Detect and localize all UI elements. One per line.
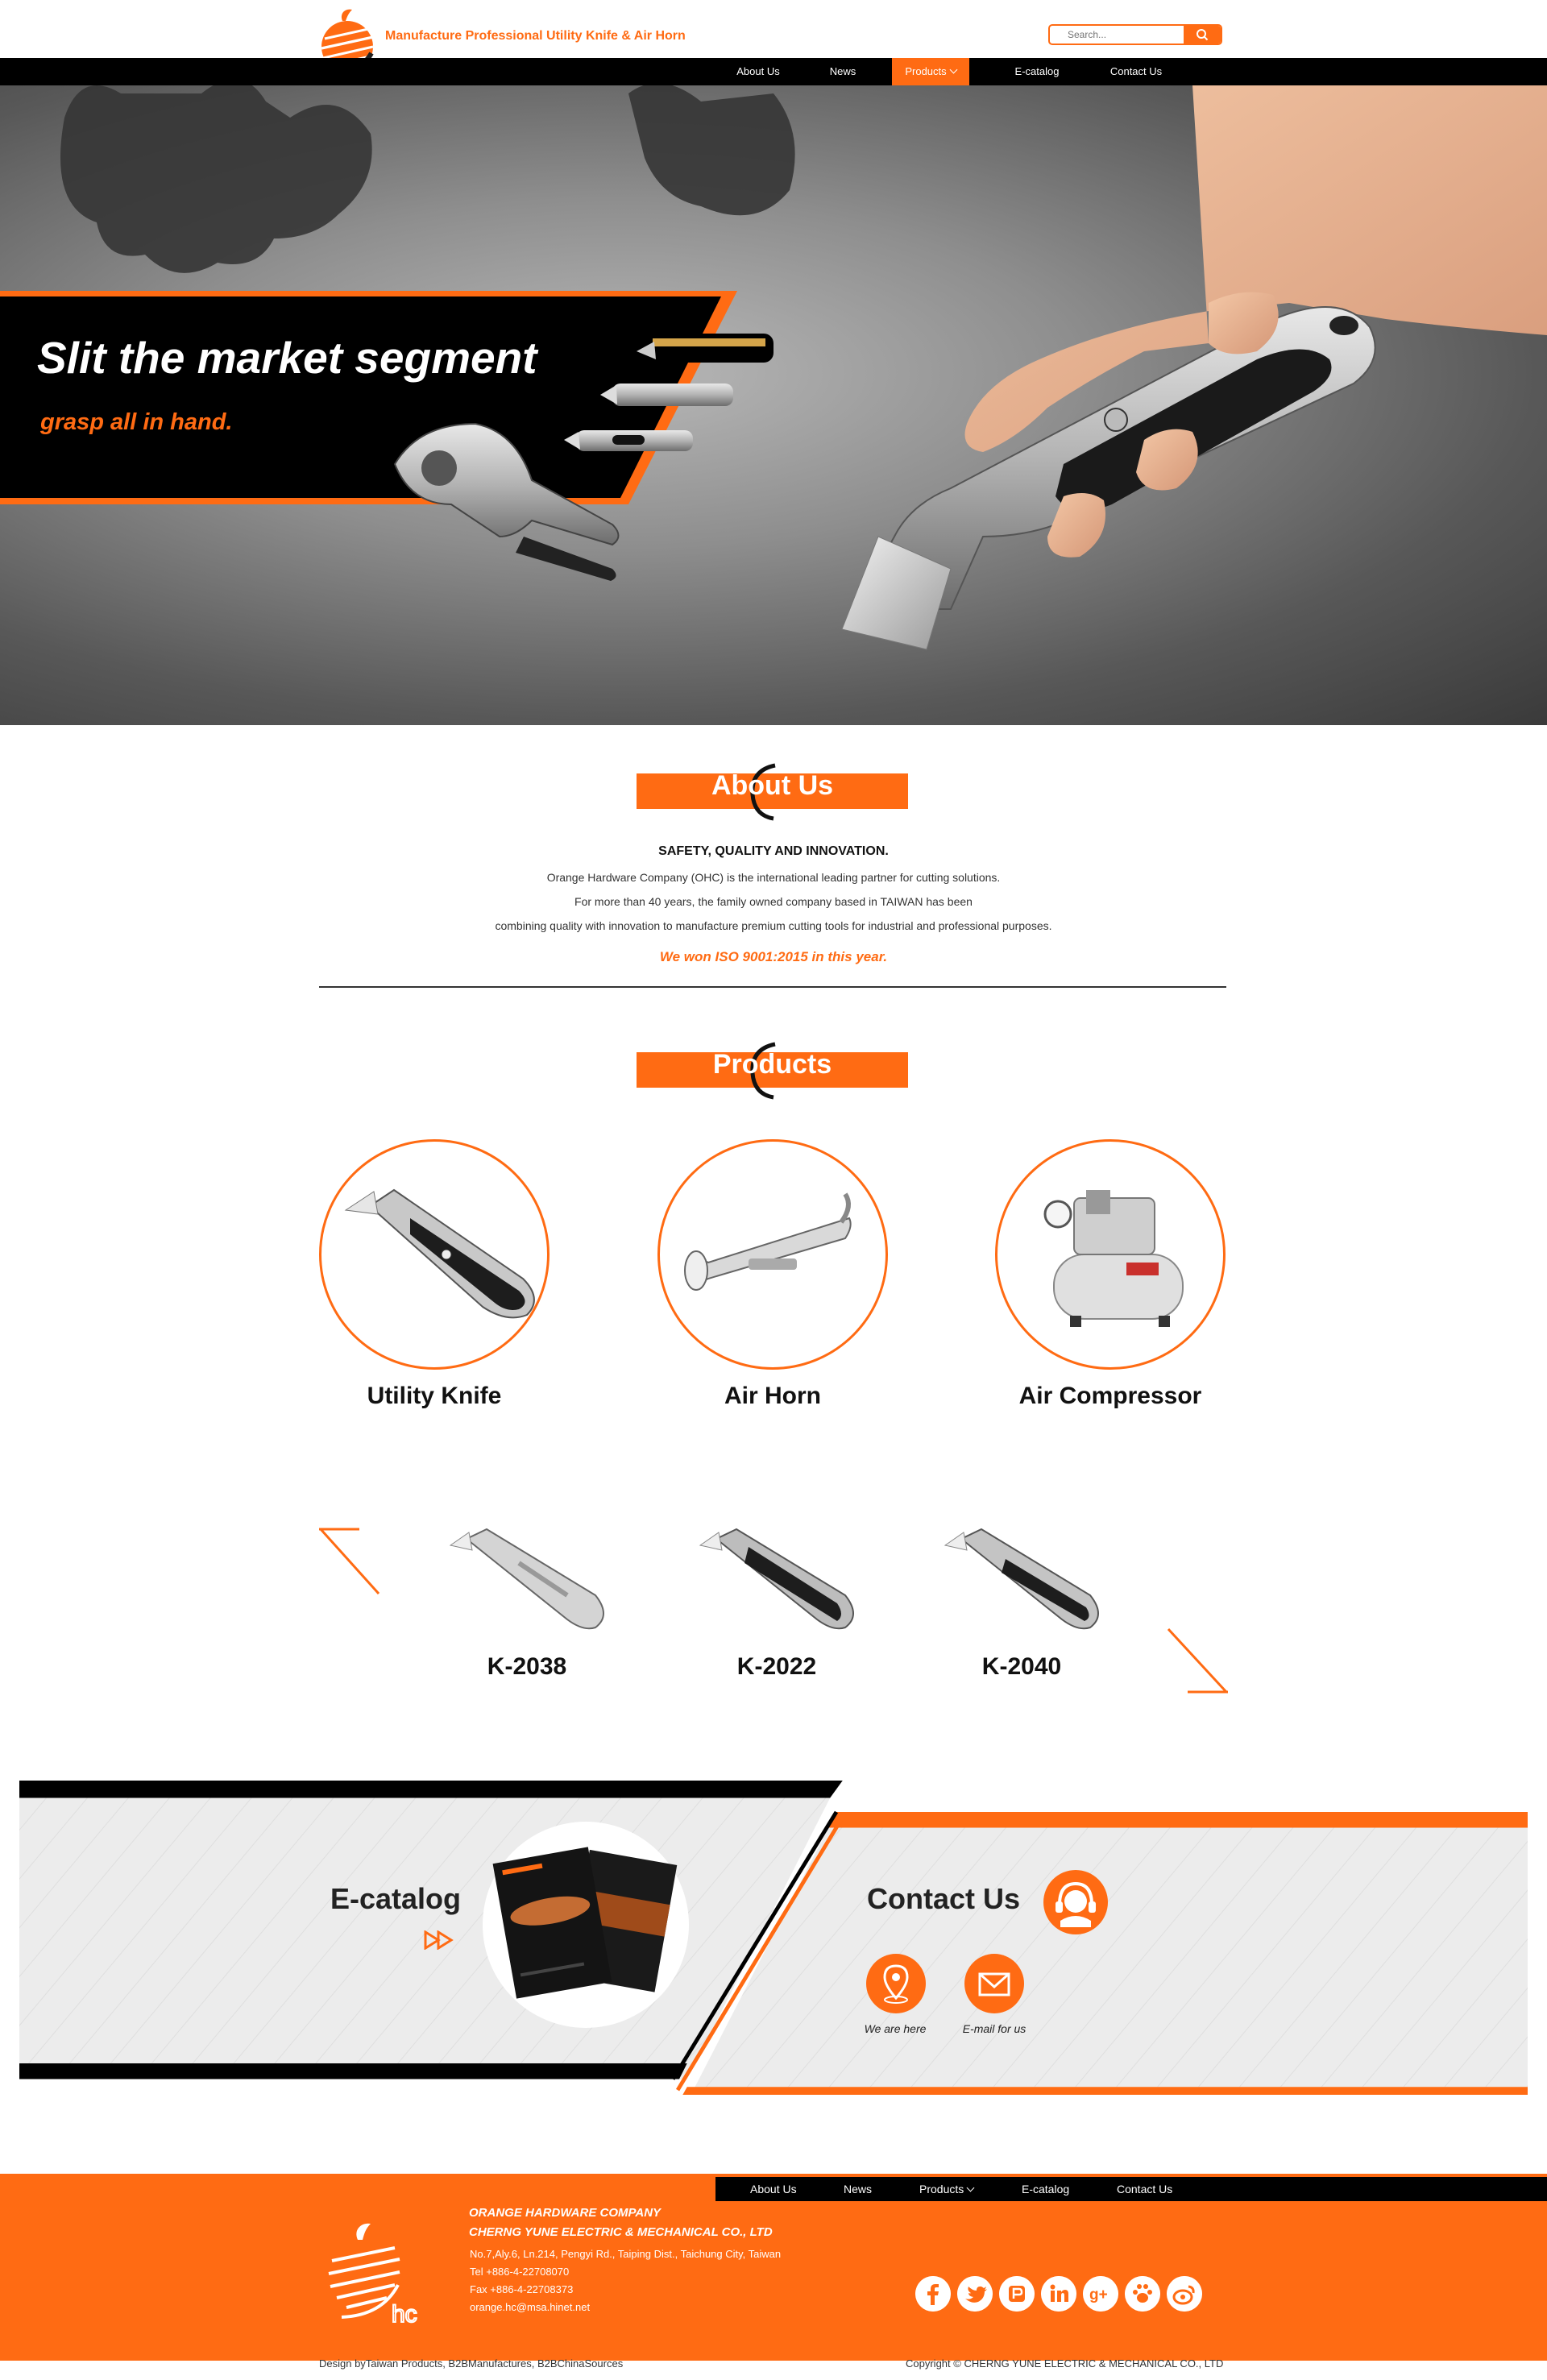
nav-products[interactable]: Products [892, 58, 969, 85]
footer-logo: hc [328, 2223, 418, 2325]
search-button[interactable] [1184, 26, 1221, 44]
hero-subtitle: grasp all in hand. [40, 409, 233, 435]
contact-title[interactable]: Contact Us [867, 1882, 1020, 1916]
hero-banner: Slit the market segment grasp all in han… [0, 85, 1547, 725]
svg-text:hc: hc [392, 2301, 417, 2325]
search-input[interactable] [1050, 26, 1185, 44]
model-name: K-2038 [487, 1653, 567, 1680]
header-tagline: Manufacture Professional Utility Knife &… [385, 29, 686, 43]
footer-nav-about-us[interactable]: About Us [750, 2177, 797, 2201]
model-name: K-2040 [981, 1653, 1062, 1680]
flickr-icon[interactable] [999, 2276, 1035, 2312]
footer [0, 2174, 1547, 2361]
design-credit: Design byTaiwan Products, B2BManufacture… [319, 2357, 624, 2370]
category-air-horn[interactable]: Air Horn [657, 1139, 888, 1410]
about-line-1: Orange Hardware Company (OHC) is the int… [546, 871, 1001, 884]
hero-title: Slit the market segment [37, 333, 537, 383]
map-pin-icon[interactable] [865, 1953, 927, 2014]
about-award: We won ISO 9001:2015 in this year. [659, 949, 888, 964]
main-nav: About Us News Products E-catalog Contact… [0, 58, 1547, 85]
category-utility-knife[interactable]: Utility Knife [319, 1139, 550, 1410]
model-card-k-2040[interactable]: K-2040 [925, 1515, 1118, 1681]
model-card-k-2038[interactable]: K-2038 [430, 1515, 624, 1681]
about-title-label: About Us [711, 770, 834, 801]
nav-about-us[interactable]: About Us [722, 58, 794, 85]
slider-next-arrow-icon[interactable] [1167, 1627, 1228, 1694]
paw-icon[interactable] [1125, 2276, 1160, 2312]
ecatalog-title[interactable]: E-catalog [330, 1882, 461, 1916]
category-name: Utility Knife [367, 1383, 502, 1409]
svg-text:g+: g+ [1089, 2287, 1108, 2303]
gloves-image [60, 85, 795, 273]
header [0, 0, 1547, 58]
products-title-label: Products [712, 1049, 832, 1080]
air-horn-image[interactable] [657, 1139, 888, 1370]
footer-company-name: ORANGE HARDWARE COMPANY [469, 2206, 662, 2220]
footer-nav-products[interactable]: Products [919, 2177, 975, 2201]
model-card-k-2022[interactable]: K-2022 [680, 1515, 873, 1681]
linkedin-icon[interactable] [1041, 2276, 1076, 2312]
footer-address: No.7,Aly.6, Ln.214, Pengyi Rd., Taiping … [470, 2248, 782, 2260]
footer-nav-contact-us[interactable]: Contact Us [1117, 2177, 1172, 2201]
copyright: Copyright © CHERNG YUNE ELECTRIC & MECHA… [906, 2357, 1224, 2370]
section-divider [319, 986, 1226, 988]
footer-nav-news[interactable]: News [844, 2177, 872, 2201]
search-icon [1197, 29, 1209, 41]
nav-news[interactable]: News [811, 58, 875, 85]
model-knife-image[interactable] [680, 1515, 873, 1644]
slider-prev-arrow-icon[interactable] [319, 1528, 380, 1595]
footer-tel: Tel +886-4-22708070 [470, 2266, 570, 2278]
headset-icon [1043, 1870, 1108, 1934]
model-name: K-2022 [736, 1653, 817, 1680]
about-section-title: About Us [637, 762, 910, 821]
weibo-icon[interactable] [1167, 2276, 1202, 2312]
model-knife-image[interactable] [430, 1515, 624, 1644]
footer-fax: Fax +886-4-22708373 [470, 2283, 574, 2295]
page: hc Manufacture Professional Utility Knif… [0, 0, 1547, 2380]
ecatalog-cover-image[interactable] [480, 1819, 691, 2030]
catalog-contact-band [19, 1781, 1528, 2095]
chevron-down-icon [966, 2183, 975, 2192]
we-are-here-link[interactable]: We are here [847, 2022, 944, 2035]
category-name: Air Compressor [1018, 1383, 1202, 1409]
nav-contact-us[interactable]: Contact Us [1094, 58, 1178, 85]
search-box [1048, 24, 1222, 45]
hand-with-knife-image [841, 85, 1547, 650]
model-knife-image[interactable] [925, 1515, 1118, 1644]
category-air-compressor[interactable]: Air Compressor [995, 1139, 1226, 1410]
air-compressor-image[interactable] [995, 1139, 1226, 1370]
nav-e-catalog[interactable]: E-catalog [999, 58, 1075, 85]
footer-company-name-2: CHERNG YUNE ELECTRIC & MECHANICAL CO., L… [469, 2225, 773, 2239]
products-section-title: Products [637, 1041, 910, 1100]
footer-nav: About Us News Products E-catalog Contact… [715, 2177, 1547, 2201]
about-line-2: For more than 40 years, the family owned… [574, 895, 973, 908]
chevron-down-icon [949, 65, 958, 74]
hero-illustration [0, 85, 1547, 650]
email-us-link[interactable]: E-mail for us [946, 2022, 1043, 2035]
about-heading: SAFETY, QUALITY AND INNOVATION. [658, 844, 889, 858]
category-name: Air Horn [724, 1383, 821, 1409]
footer-nav-e-catalog[interactable]: E-catalog [1022, 2177, 1069, 2201]
about-line-3: combining quality with innovation to man… [495, 919, 1052, 932]
envelope-icon[interactable] [964, 1953, 1025, 2014]
twitter-icon[interactable] [957, 2276, 993, 2312]
double-arrow-icon[interactable] [424, 1930, 456, 1950]
google-plus-icon[interactable]: g+ [1083, 2276, 1118, 2312]
facebook-icon[interactable] [915, 2276, 951, 2312]
footer-email[interactable]: orange.hc@msa.hinet.net [470, 2301, 590, 2313]
utility-knife-image[interactable] [319, 1139, 550, 1370]
